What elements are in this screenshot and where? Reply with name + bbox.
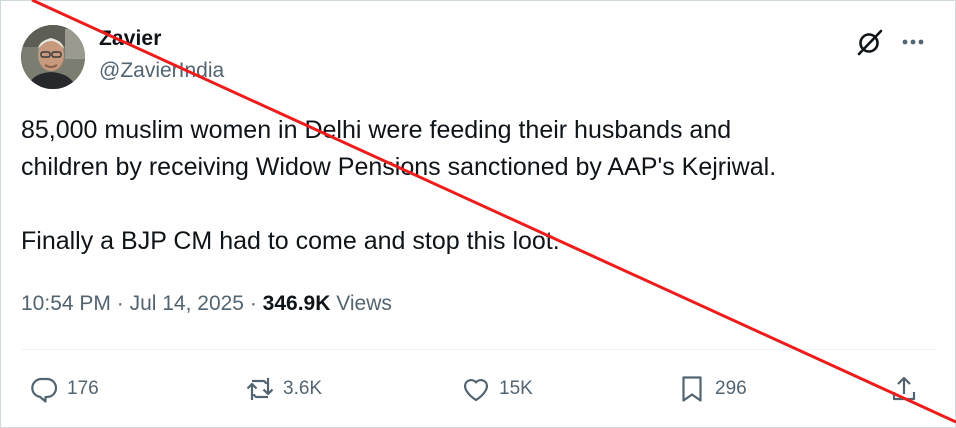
tweet-card: Zavier @ZavierIndia 85,000 muslim women …	[0, 0, 956, 428]
bookmark-button[interactable]: 296	[677, 371, 747, 407]
reply-count: 176	[67, 378, 99, 399]
bookmark-count: 296	[715, 378, 747, 399]
divider	[21, 349, 937, 350]
share-icon	[892, 376, 916, 401]
share-button[interactable]	[889, 371, 919, 407]
tweet-line: 85,000 muslim women in Delhi were feedin…	[21, 116, 732, 144]
tweet-time[interactable]: 10:54 PM	[21, 292, 111, 315]
author-handle[interactable]: @ZavierIndia	[99, 59, 224, 83]
bookmark-icon	[682, 376, 702, 402]
repost-count: 3.6K	[283, 378, 323, 399]
tweet-line: Finally a BJP CM had to come and stop th…	[21, 227, 560, 255]
views-count: 346.9K	[262, 292, 331, 315]
author-name[interactable]: Zavier	[99, 27, 161, 51]
like-button[interactable]: 15K	[461, 371, 533, 407]
reply-icon	[31, 377, 58, 403]
repost-icon	[246, 378, 274, 400]
reply-button[interactable]: 176	[29, 371, 99, 407]
like-icon	[463, 379, 489, 402]
more-icon[interactable]	[899, 29, 927, 55]
avatar-image	[21, 25, 85, 89]
repost-button[interactable]: 3.6K	[245, 371, 322, 407]
tweet-text: 85,000 muslim women in Delhi were feedin…	[21, 112, 921, 260]
like-count: 15K	[499, 378, 533, 399]
tweet-date[interactable]: Jul 14, 2025	[130, 292, 244, 315]
grok-icon[interactable]	[855, 27, 885, 57]
avatar[interactable]	[21, 25, 85, 89]
tweet-line: children by receiving Widow Pensions san…	[21, 153, 777, 181]
views-label: Views	[330, 292, 392, 315]
meta-separator: ·	[110, 292, 130, 315]
meta-separator: ·	[244, 292, 263, 315]
tweet-meta: 10:54 PM · Jul 14, 2025 · 346.9K Views	[21, 292, 392, 316]
